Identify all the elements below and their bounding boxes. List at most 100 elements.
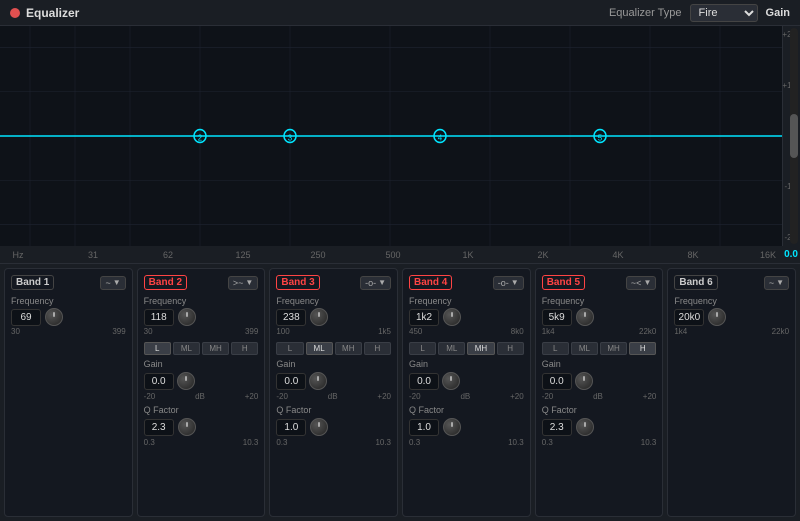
band-panel-6: Band 6 ~ ▼ Frequency 20k0 1k4 22k0: [667, 268, 796, 517]
db-labels-5: -20 dB +20: [542, 392, 657, 401]
freq-value-6[interactable]: 20k0: [674, 309, 704, 326]
mode-btn-MH-3[interactable]: MH: [335, 342, 362, 355]
gain-value-2[interactable]: 0.0: [144, 373, 174, 390]
header-left: Equalizer: [10, 6, 79, 20]
gain-value-4[interactable]: 0.0: [409, 373, 439, 390]
freq-min-2: 30: [144, 327, 153, 336]
qfactor-range-2: 0.3 10.3: [144, 438, 259, 447]
mode-btn-H-5[interactable]: H: [629, 342, 656, 355]
freq-knob-1[interactable]: [45, 308, 63, 326]
freq-min-1: 30: [11, 327, 20, 336]
db-unit-4: dB: [460, 392, 470, 401]
power-indicator[interactable]: [10, 8, 20, 18]
band-name-3[interactable]: Band 3: [276, 275, 319, 290]
db-min-2: -20: [144, 392, 156, 401]
mode-btn-L-2[interactable]: L: [144, 342, 171, 355]
qfactor-range-3: 0.3 10.3: [276, 438, 391, 447]
freq-knob-5[interactable]: [576, 308, 594, 326]
gain-knob-2[interactable]: [177, 372, 195, 390]
band-name-2[interactable]: Band 2: [144, 275, 187, 290]
mode-btn-ML-3[interactable]: ML: [306, 342, 333, 355]
qfactor-knob-4[interactable]: [443, 418, 461, 436]
mode-btn-L-5[interactable]: L: [542, 342, 569, 355]
mode-btn-L-3[interactable]: L: [276, 342, 303, 355]
db-unit-5: dB: [593, 392, 603, 401]
mode-btn-MH-2[interactable]: MH: [202, 342, 229, 355]
band-header-6: Band 6 ~ ▼: [674, 275, 789, 290]
freq-section-1: Frequency 69 30 399: [11, 296, 126, 336]
band-type-btn-2[interactable]: >~ ▼: [228, 276, 258, 290]
freq-knob-row-4: 1k2: [409, 308, 524, 326]
band-panel-4: Band 4 -o- ▼ Frequency 1k2 450 8k0 LMLMH…: [402, 268, 531, 517]
eq-svg: 2 3 4 5: [0, 26, 782, 246]
eq-grid: 2 3 4 5: [0, 26, 782, 246]
freq-section-2: Frequency 118 30 399: [144, 296, 259, 336]
qfactor-value-3[interactable]: 1.0: [276, 419, 306, 436]
gain-value-3[interactable]: 0.0: [276, 373, 306, 390]
band-chevron-2: ▼: [245, 278, 253, 287]
db-min-3: -20: [276, 392, 288, 401]
band-type-btn-5[interactable]: ~< ▼: [626, 276, 656, 290]
freq-max-4: 8k0: [511, 327, 524, 336]
freq-range-6: 1k4 22k0: [674, 327, 789, 336]
band-type-btn-4[interactable]: -o- ▼: [493, 276, 524, 290]
freq-min-3: 100: [276, 327, 289, 336]
band-type-btn-3[interactable]: -o- ▼: [360, 276, 391, 290]
mode-btn-ML-2[interactable]: ML: [173, 342, 200, 355]
freq-range-3: 100 1k5: [276, 327, 391, 336]
freq-max-6: 22k0: [772, 327, 789, 336]
mode-btn-L-4[interactable]: L: [409, 342, 436, 355]
band-name-1[interactable]: Band 1: [11, 275, 54, 290]
freq-value-1[interactable]: 69: [11, 309, 41, 326]
freq-500: 500: [383, 250, 403, 260]
band-type-btn-1[interactable]: ~ ▼: [100, 276, 125, 290]
qfactor-label-3: Q Factor: [276, 405, 391, 415]
qfactor-knob-5[interactable]: [576, 418, 594, 436]
gain-value-5[interactable]: 0.0: [542, 373, 572, 390]
freq-value-3[interactable]: 238: [276, 309, 306, 326]
band-name-5[interactable]: Band 5: [542, 275, 585, 290]
svg-text:5: 5: [598, 132, 603, 142]
gain-knob-5[interactable]: [575, 372, 593, 390]
mode-btn-ML-5[interactable]: ML: [571, 342, 598, 355]
mode-btn-MH-5[interactable]: MH: [600, 342, 627, 355]
band-name-6[interactable]: Band 6: [674, 275, 717, 290]
mode-btn-MH-4[interactable]: MH: [467, 342, 494, 355]
freq-knob-4[interactable]: [443, 308, 461, 326]
freq-knob-2[interactable]: [178, 308, 196, 326]
freq-knob-6[interactable]: [708, 308, 726, 326]
qfactor-value-2[interactable]: 2.3: [144, 419, 174, 436]
mode-btn-H-2[interactable]: H: [231, 342, 258, 355]
mode-btn-H-4[interactable]: H: [497, 342, 524, 355]
qfactor-max-5: 10.3: [641, 438, 657, 447]
qfactor-min-4: 0.3: [409, 438, 420, 447]
qfactor-value-5[interactable]: 2.3: [542, 419, 572, 436]
qfactor-min-5: 0.3: [542, 438, 553, 447]
freq-knob-3[interactable]: [310, 308, 328, 326]
freq-range-5: 1k4 22k0: [542, 327, 657, 336]
freq-label-5: Frequency: [542, 296, 657, 306]
band-header-2: Band 2 >~ ▼: [144, 275, 259, 290]
qfactor-knob-2[interactable]: [178, 418, 196, 436]
band-panel-2: Band 2 >~ ▼ Frequency 118 30 399 LMLMHH …: [137, 268, 266, 517]
band-name-4[interactable]: Band 4: [409, 275, 452, 290]
band-type-btn-6[interactable]: ~ ▼: [764, 276, 789, 290]
qfactor-label-2: Q Factor: [144, 405, 259, 415]
qfactor-knob-3[interactable]: [310, 418, 328, 436]
mode-btn-ML-4[interactable]: ML: [438, 342, 465, 355]
freq-value-4[interactable]: 1k2: [409, 309, 439, 326]
freq-value-2[interactable]: 118: [144, 309, 174, 326]
freq-2k: 2K: [533, 250, 553, 260]
freq-125: 125: [233, 250, 253, 260]
gain-knob-4[interactable]: [442, 372, 460, 390]
qfactor-value-4[interactable]: 1.0: [409, 419, 439, 436]
mode-btn-H-3[interactable]: H: [364, 342, 391, 355]
band-type-icon-1: ~: [105, 278, 110, 288]
freq-label-4: Frequency: [409, 296, 524, 306]
freq-max-2: 399: [245, 327, 258, 336]
freq-value-5[interactable]: 5k9: [542, 309, 572, 326]
eq-type-select[interactable]: Fire Classic Modern: [690, 4, 758, 22]
gain-label-3: Gain: [276, 359, 391, 369]
gain-knob-3[interactable]: [309, 372, 327, 390]
band-chevron-1: ▼: [113, 278, 121, 287]
